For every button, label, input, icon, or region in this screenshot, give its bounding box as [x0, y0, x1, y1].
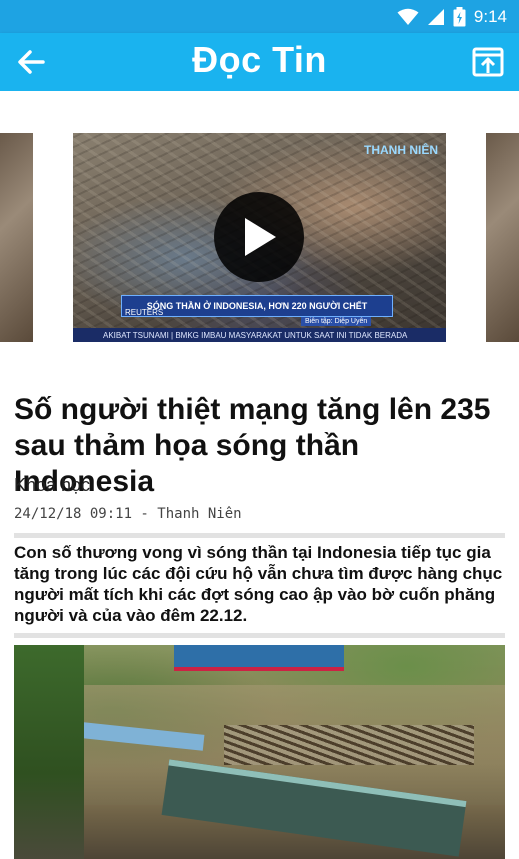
article-photo: [14, 645, 505, 859]
open-in-new-icon: [472, 47, 504, 77]
video-editor: Biên tập: Diệp Uyên: [301, 317, 372, 326]
play-icon: [245, 218, 276, 256]
video-agency: REUTERS: [125, 308, 164, 317]
status-time: 9:14: [473, 6, 507, 26]
play-button[interactable]: [214, 192, 304, 282]
video-player[interactable]: THANH NIÊN SÓNG THẦN Ở INDONESIA, HƠN 22…: [73, 133, 446, 342]
app-bar: Đọc Tin: [0, 33, 519, 91]
photo-trees: [14, 645, 84, 859]
signal-icon: [427, 8, 444, 25]
photo-debris: [224, 725, 474, 765]
divider: [14, 533, 505, 538]
divider: [14, 633, 505, 638]
open-in-browser-button[interactable]: [469, 44, 507, 80]
status-icons: 9:14: [397, 4, 507, 29]
photo-boat: [174, 645, 344, 671]
carousel-next-thumbnail[interactable]: [486, 133, 519, 342]
app-title: Đọc Tin: [192, 39, 327, 80]
video-ticker: AKIBAT TSUNAMI | BMKG IMBAU MASYARAKAT U…: [73, 328, 446, 342]
battery-icon: [453, 6, 466, 26]
status-bar: 9:14: [0, 0, 519, 33]
video-source-logo: THANH NIÊN: [364, 143, 438, 157]
video-carousel[interactable]: THANH NIÊN SÓNG THẦN Ở INDONESIA, HƠN 22…: [0, 91, 519, 371]
article-category[interactable]: Khoa học: [14, 475, 90, 496]
article-meta: 24/12/18 09:11 - Thanh Niên: [14, 506, 242, 522]
article-summary: Con số thương vong vì sóng thần tại Indo…: [14, 543, 503, 625]
carousel-prev-thumbnail[interactable]: [0, 133, 33, 342]
wifi-icon: [397, 8, 419, 25]
